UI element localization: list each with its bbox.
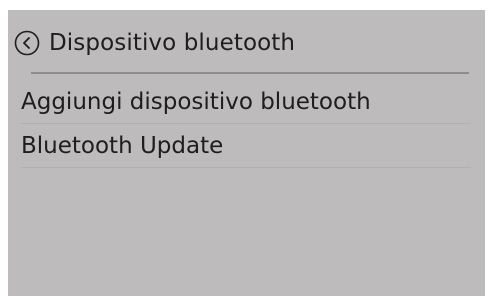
chevron-left-circle-icon xyxy=(14,30,40,56)
bluetooth-device-screen: Dispositivo bluetooth Aggiungi dispositi… xyxy=(8,10,485,296)
header-divider xyxy=(31,72,469,74)
header: Dispositivo bluetooth xyxy=(8,26,485,60)
page-title: Dispositivo bluetooth xyxy=(49,30,296,56)
menu-item-bluetooth-update[interactable]: Bluetooth Update xyxy=(8,124,485,168)
menu-list: Aggiungi dispositivo bluetooth Bluetooth… xyxy=(8,80,485,168)
menu-item-label: Aggiungi dispositivo bluetooth xyxy=(21,89,371,115)
menu-item-label: Bluetooth Update xyxy=(21,133,224,159)
menu-item-add-bluetooth-device[interactable]: Aggiungi dispositivo bluetooth xyxy=(8,80,485,124)
back-button[interactable] xyxy=(13,29,41,57)
menu-item-divider xyxy=(21,167,471,168)
